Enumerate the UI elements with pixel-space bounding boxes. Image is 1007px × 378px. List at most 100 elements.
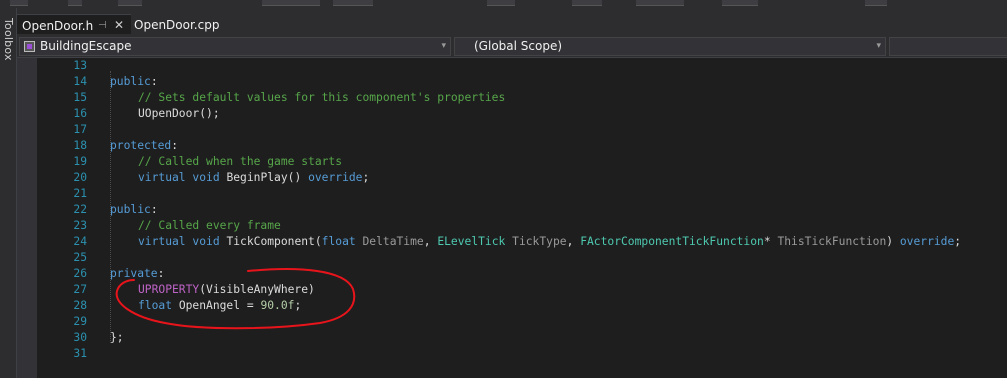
line-number: 22 xyxy=(73,203,87,216)
code-token: }; xyxy=(110,331,124,344)
project-icon xyxy=(24,41,35,52)
code-token: public xyxy=(110,75,151,88)
scope-dropdown-value: (Global Scope) xyxy=(474,39,563,53)
code-line[interactable]: UPROPERTY(VisibleAnyWhere) xyxy=(138,283,315,296)
line-number: 15 xyxy=(73,91,87,104)
pin-icon[interactable]: ⊣ xyxy=(98,16,107,35)
code-token: protected xyxy=(110,139,172,152)
member-dropdown[interactable] xyxy=(889,37,1007,56)
code-token: UOpenDoor(); xyxy=(138,107,220,120)
toolbar-button-fragment[interactable] xyxy=(118,0,142,6)
toolbar-button-fragment[interactable] xyxy=(865,0,887,6)
chevron-down-icon[interactable]: ▾ xyxy=(876,38,881,54)
code-token: FActorComponentTickFunction xyxy=(580,235,764,248)
code-token: ) xyxy=(886,235,900,248)
code-token: private xyxy=(110,267,158,280)
code-token: (VisibleAnyWhere) xyxy=(199,283,315,296)
code-token: , xyxy=(566,235,581,248)
code-token: : xyxy=(171,139,179,152)
code-line[interactable]: private: xyxy=(110,267,164,280)
line-number: 16 xyxy=(73,107,87,120)
code-token: void xyxy=(192,235,220,248)
code-line[interactable]: float OpenAngel = 90.0f; xyxy=(138,299,301,312)
code-token: : xyxy=(157,267,165,280)
line-number: 24 xyxy=(73,235,87,248)
toolbar-dropdown-fragment[interactable] xyxy=(262,0,320,6)
toolbar-button-fragment[interactable] xyxy=(10,0,28,6)
code-token: DeltaTime xyxy=(362,235,424,248)
line-number: 27 xyxy=(73,283,87,296)
code-token: float xyxy=(138,299,173,312)
code-token: ELevelTick xyxy=(437,235,506,248)
code-token: OpenAngel = xyxy=(172,299,261,312)
code-token: float xyxy=(321,235,356,248)
tab-opendoor-cpp[interactable]: OpenDoor.cpp xyxy=(134,14,234,34)
tab-opendoor-h[interactable]: OpenDoor.h ⊣ ✕ xyxy=(17,14,131,35)
toolbar-dropdown-fragment[interactable] xyxy=(333,0,373,6)
line-number: 28 xyxy=(73,299,87,312)
line-number: 26 xyxy=(73,267,87,280)
code-token: UPROPERTY xyxy=(138,283,200,296)
line-number: 18 xyxy=(73,139,87,152)
tab-label: OpenDoor.cpp xyxy=(134,18,220,32)
code-token: ; xyxy=(954,235,962,248)
code-token: * xyxy=(763,235,778,248)
code-line[interactable]: virtual void TickComponent(float DeltaTi… xyxy=(138,235,961,248)
line-number: 19 xyxy=(73,155,87,168)
code-token: TickComponent( xyxy=(219,235,322,248)
line-number: 13 xyxy=(73,59,87,72)
code-area[interactable]: public: // Sets default values for this c… xyxy=(110,58,1007,378)
code-token: ThisTickFunction xyxy=(777,235,887,248)
code-token: virtual xyxy=(138,235,186,248)
close-icon[interactable]: ✕ xyxy=(114,16,124,35)
code-line[interactable]: public: xyxy=(110,75,158,88)
code-line[interactable]: // Called every frame xyxy=(138,219,281,232)
line-number: 20 xyxy=(73,171,87,184)
code-line[interactable]: virtual void BeginPlay() override; xyxy=(138,171,369,184)
code-token: ; xyxy=(294,299,302,312)
toolbar-dropdown-fragment[interactable] xyxy=(636,0,684,6)
toolbar-button-fragment[interactable] xyxy=(722,0,758,6)
chevron-down-icon[interactable]: ▾ xyxy=(441,38,446,54)
line-number: 23 xyxy=(73,219,87,232)
code-token: // Called when the game starts xyxy=(138,155,343,168)
code-token: 90.0f xyxy=(260,299,295,312)
line-number: 25 xyxy=(73,251,87,264)
code-token: void xyxy=(192,171,220,184)
top-toolbar xyxy=(0,0,1007,8)
line-number: 30 xyxy=(73,331,87,344)
line-number-gutter: 13 14 15 16 17 18 19 20 21 22 23 24 25 26 27 28 29 30 31 xyxy=(37,58,101,378)
code-token: : xyxy=(150,75,158,88)
code-line[interactable]: // Called when the game starts xyxy=(138,155,342,168)
code-token: virtual xyxy=(138,171,186,184)
code-token: public xyxy=(110,203,151,216)
scope-dropdown[interactable]: (Global Scope) ▾ xyxy=(454,37,886,56)
line-number: 29 xyxy=(73,315,87,328)
code-token: , xyxy=(423,235,438,248)
project-dropdown[interactable]: BuildingEscape ▾ xyxy=(19,37,451,56)
code-token: : xyxy=(150,203,158,216)
toolbar-button-fragment[interactable] xyxy=(68,0,82,6)
project-dropdown-value: BuildingEscape xyxy=(40,39,132,53)
code-token: // Called every frame xyxy=(138,219,281,232)
toolbar-button-fragment[interactable] xyxy=(572,0,602,6)
navigation-bar: BuildingEscape ▾ (Global Scope) ▾ xyxy=(17,34,1007,58)
code-token: BeginPlay() xyxy=(219,171,309,184)
toolbox-sidebar[interactable]: Toolbox xyxy=(0,8,17,378)
code-line[interactable]: UOpenDoor(); xyxy=(138,107,220,120)
code-line[interactable]: protected: xyxy=(110,139,178,152)
line-number: 17 xyxy=(73,123,87,136)
code-line[interactable]: public: xyxy=(110,203,158,216)
code-editor[interactable]: 13 14 15 16 17 18 19 20 21 22 23 24 25 26 27 28 29 30 31 p… xyxy=(17,58,1007,378)
toolbar-button-fragment[interactable] xyxy=(487,0,515,6)
indicator-margin[interactable] xyxy=(17,58,37,378)
line-number: 14 xyxy=(73,75,87,88)
toolbox-label[interactable]: Toolbox xyxy=(2,18,15,61)
code-token: override xyxy=(308,171,363,184)
code-token: // Sets default values for this componen… xyxy=(138,91,506,104)
code-line[interactable]: }; xyxy=(110,331,124,344)
code-line[interactable]: // Sets default values for this componen… xyxy=(138,91,505,104)
line-number: 21 xyxy=(73,187,87,200)
code-token: TickType xyxy=(512,235,567,248)
